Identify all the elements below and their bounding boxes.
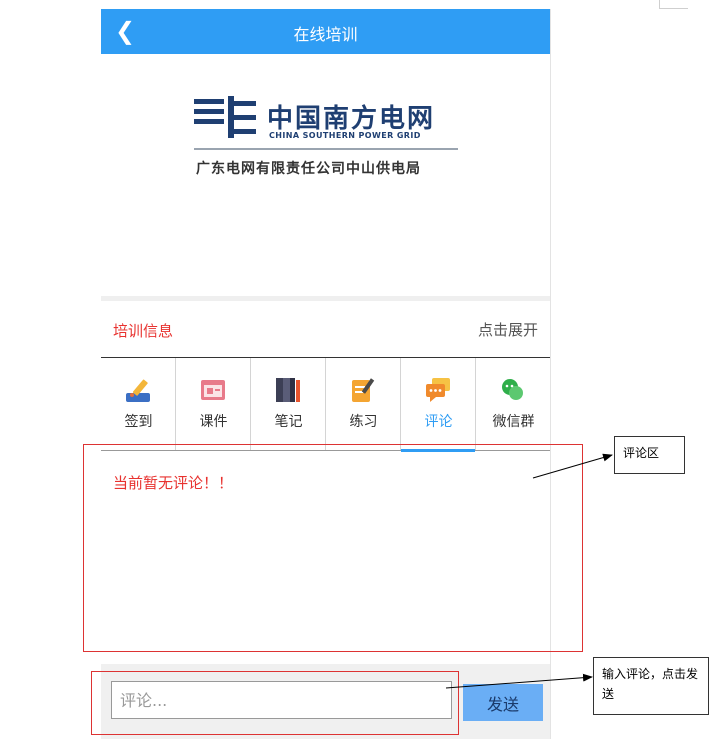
arrow-input-area [445, 673, 593, 689]
arrow-comment-area [532, 453, 613, 479]
callout-comment-area: 评论区 [614, 436, 685, 474]
callout-input-hint: 输入评论，点击发送 [593, 657, 709, 715]
annotation-arrows [445, 453, 613, 689]
